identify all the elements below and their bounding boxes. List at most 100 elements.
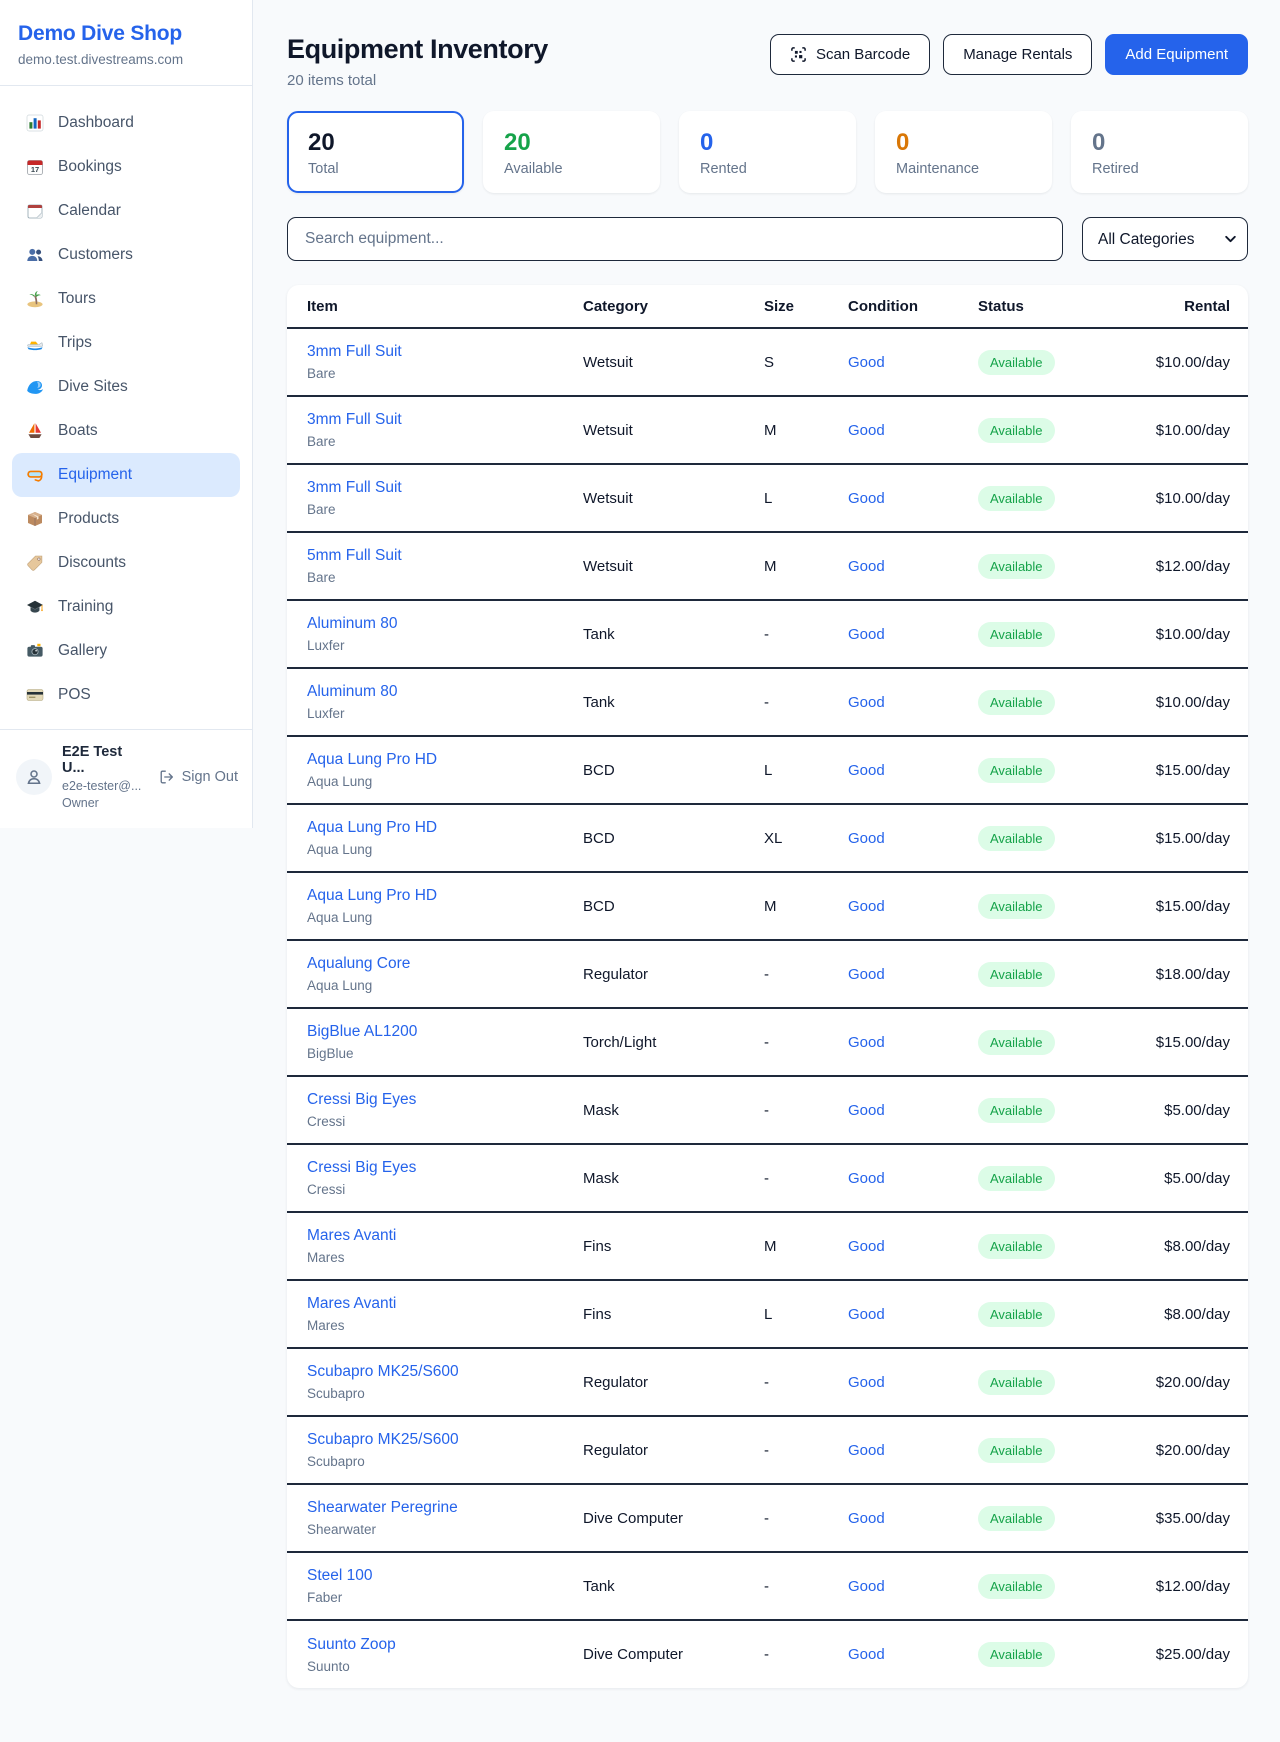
item-link[interactable]: Aqua Lung Pro HD [307, 819, 583, 837]
item-link[interactable]: Steel 100 [307, 1567, 583, 1585]
item-link[interactable]: BigBlue AL1200 [307, 1023, 583, 1041]
table-row: 3mm Full SuitBareWetsuitLGoodAvailable$1… [287, 464, 1248, 532]
status-badge: Available [978, 962, 1055, 987]
sign-out-button[interactable]: Sign Out [159, 769, 238, 785]
table-row: Aqua Lung Pro HDAqua LungBCDXLGoodAvaila… [287, 804, 1248, 872]
condition-link[interactable]: Good [848, 1442, 885, 1459]
item-link[interactable]: Mares Avanti [307, 1295, 583, 1313]
category-select[interactable]: All Categories [1082, 217, 1248, 261]
item-link[interactable]: Cressi Big Eyes [307, 1091, 583, 1109]
cell-status: Available [978, 396, 1128, 464]
sidebar-item-label: Customers [58, 246, 133, 264]
cell-size: - [764, 1484, 848, 1552]
item-link[interactable]: 3mm Full Suit [307, 411, 583, 429]
condition-link[interactable]: Good [848, 1034, 885, 1051]
cell-condition: Good [848, 1280, 978, 1348]
sidebar-item-dashboard[interactable]: Dashboard [12, 101, 240, 145]
item-link[interactable]: Aqua Lung Pro HD [307, 751, 583, 769]
item-link[interactable]: 5mm Full Suit [307, 547, 583, 565]
item-link[interactable]: Scubapro MK25/S600 [307, 1363, 583, 1381]
sidebar-item-gallery[interactable]: Gallery [12, 629, 240, 673]
table-row: Aluminum 80LuxferTank-GoodAvailable$10.0… [287, 600, 1248, 668]
sidebar-item-customers[interactable]: Customers [12, 233, 240, 277]
status-badge: Available [978, 1030, 1055, 1055]
stat-card-retired[interactable]: 0Retired [1071, 111, 1248, 193]
sidebar-item-products[interactable]: Products [12, 497, 240, 541]
scan-barcode-button[interactable]: Scan Barcode [770, 34, 930, 75]
condition-link[interactable]: Good [848, 354, 885, 371]
sidebar-item-pos[interactable]: POS [12, 673, 240, 717]
page-header: Equipment Inventory 20 items total Scan … [287, 34, 1248, 89]
cell-size: M [764, 1212, 848, 1280]
item-link[interactable]: Scubapro MK25/S600 [307, 1431, 583, 1449]
item-link[interactable]: Aqualung Core [307, 955, 583, 973]
item-link[interactable]: 3mm Full Suit [307, 479, 583, 497]
condition-link[interactable]: Good [848, 1170, 885, 1187]
brand-name[interactable]: Demo Dive Shop [18, 22, 234, 46]
condition-link[interactable]: Good [848, 1510, 885, 1527]
stat-label: Available [504, 161, 639, 177]
sidebar-item-trips[interactable]: Trips [12, 321, 240, 365]
status-badge: Available [978, 1506, 1055, 1531]
condition-link[interactable]: Good [848, 1306, 885, 1323]
stat-card-maintenance[interactable]: 0Maintenance [875, 111, 1052, 193]
condition-link[interactable]: Good [848, 558, 885, 575]
condition-link[interactable]: Good [848, 422, 885, 439]
sidebar-item-training[interactable]: Training [12, 585, 240, 629]
stat-card-rented[interactable]: 0Rented [679, 111, 856, 193]
condition-link[interactable]: Good [848, 626, 885, 643]
search-input[interactable] [287, 217, 1063, 261]
condition-link[interactable]: Good [848, 694, 885, 711]
condition-link[interactable]: Good [848, 830, 885, 847]
sidebar-nav: Dashboard17BookingsCalendar Customers Tour… [0, 86, 252, 729]
stat-card-available[interactable]: 20Available [483, 111, 660, 193]
sidebar-item-tours[interactable]: Tours [12, 277, 240, 321]
manage-rentals-button[interactable]: Manage Rentals [943, 34, 1092, 75]
condition-link[interactable]: Good [848, 1102, 885, 1119]
cell-rental: $15.00/day [1128, 736, 1248, 804]
status-badge: Available [978, 1302, 1055, 1327]
condition-link[interactable]: Good [848, 1374, 885, 1391]
cell-item: Scubapro MK25/S600Scubapro [287, 1348, 583, 1416]
item-link[interactable]: Aluminum 80 [307, 615, 583, 633]
add-equipment-button[interactable]: Add Equipment [1105, 34, 1248, 75]
status-badge: Available [978, 486, 1055, 511]
item-brand: Aqua Lung [307, 842, 583, 857]
condition-link[interactable]: Good [848, 1238, 885, 1255]
sidebar-item-discounts[interactable]: Discounts [12, 541, 240, 585]
cell-rental: $5.00/day [1128, 1076, 1248, 1144]
item-link[interactable]: 3mm Full Suit [307, 343, 583, 361]
cell-item: Steel 100Faber [287, 1552, 583, 1620]
item-link[interactable]: Shearwater Peregrine [307, 1499, 583, 1517]
item-link[interactable]: Mares Avanti [307, 1227, 583, 1245]
calendar-icon [26, 202, 44, 220]
sidebar-item-bookings[interactable]: 17Bookings [12, 145, 240, 189]
condition-link[interactable]: Good [848, 1646, 885, 1663]
status-badge: Available [978, 1234, 1055, 1259]
sidebar-item-dive-sites[interactable]: Dive Sites [12, 365, 240, 409]
item-link[interactable]: Cressi Big Eyes [307, 1159, 583, 1177]
item-link[interactable]: Aluminum 80 [307, 683, 583, 701]
status-badge: Available [978, 826, 1055, 851]
condition-link[interactable]: Good [848, 898, 885, 915]
sidebar-item-calendar[interactable]: Calendar [12, 189, 240, 233]
sidebar-item-boats[interactable]: Boats [12, 409, 240, 453]
stat-card-total[interactable]: 20Total [287, 111, 464, 193]
condition-link[interactable]: Good [848, 762, 885, 779]
condition-link[interactable]: Good [848, 1578, 885, 1595]
cell-status: Available [978, 1008, 1128, 1076]
cell-rental: $25.00/day [1128, 1620, 1248, 1688]
package-icon [26, 510, 44, 528]
item-link[interactable]: Suunto Zoop [307, 1636, 583, 1654]
sidebar-item-equipment[interactable]: Equipment [12, 453, 240, 497]
cell-condition: Good [848, 1076, 978, 1144]
wave-icon [26, 378, 44, 396]
item-brand: Bare [307, 502, 583, 517]
condition-link[interactable]: Good [848, 966, 885, 983]
item-link[interactable]: Aqua Lung Pro HD [307, 887, 583, 905]
condition-link[interactable]: Good [848, 490, 885, 507]
cell-category: BCD [583, 736, 764, 804]
cell-category: Regulator [583, 1416, 764, 1484]
table-row: Shearwater PeregrineShearwaterDive Compu… [287, 1484, 1248, 1552]
bar-chart-icon [26, 114, 44, 132]
